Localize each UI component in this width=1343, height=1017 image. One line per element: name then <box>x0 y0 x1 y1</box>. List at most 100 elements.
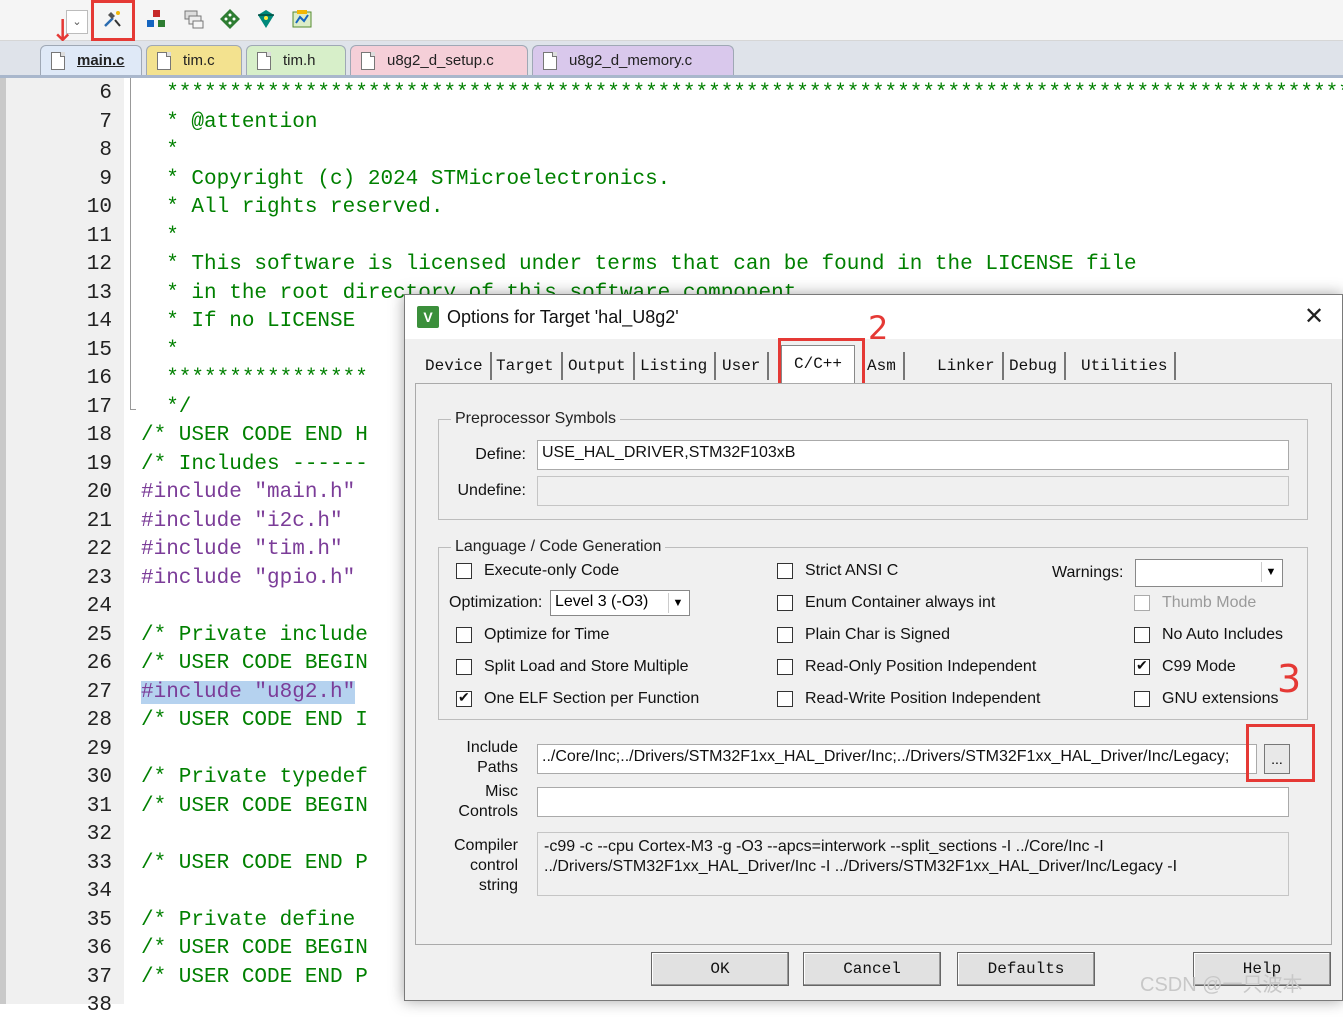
line-number: 28 <box>86 709 112 732</box>
ok-button[interactable]: OK <box>651 952 789 986</box>
pack-installer-button[interactable] <box>252 5 280 33</box>
code-line[interactable]: * If no LICENSE <box>141 310 355 333</box>
rwpi-checkbox[interactable]: Read-Write Position Independent <box>777 690 1040 708</box>
code-line[interactable]: * <box>141 225 179 248</box>
manage-project-items-button[interactable] <box>142 5 170 33</box>
tab-u8g2-d-setup-c[interactable]: u8g2_d_setup.c <box>350 45 528 75</box>
tab-asm[interactable]: Asm <box>861 352 905 380</box>
line-number: 17 <box>86 395 112 419</box>
checkbox-box-checked <box>1134 657 1150 675</box>
plain-char-checkbox[interactable]: Plain Char is Signed <box>777 626 950 644</box>
code-line[interactable]: /* Includes ------ <box>141 453 368 476</box>
tab-tim-c[interactable]: tim.c <box>146 45 242 75</box>
code-line[interactable]: /* Private include <box>141 624 368 647</box>
code-line[interactable]: ****************************************… <box>141 82 1343 105</box>
tab-listing[interactable]: Listing <box>634 352 717 380</box>
undefine-field[interactable] <box>537 476 1289 506</box>
include-paths-field[interactable]: ../Core/Inc;../Drivers/STM32F1xx_HAL_Dri… <box>537 744 1257 774</box>
compiler-control-string-field[interactable]: -c99 -c --cpu Cortex-M3 -g -O3 --apcs=in… <box>537 832 1289 896</box>
tab-main-c[interactable]: main.c <box>40 45 142 75</box>
line-number: 33 <box>86 851 112 875</box>
tab-debug[interactable]: Debug <box>1003 352 1067 380</box>
tab-user[interactable]: User <box>716 352 770 380</box>
code-line[interactable]: */ <box>141 396 191 419</box>
tab-u8g2-d-memory-c[interactable]: u8g2_d_memory.c <box>532 45 734 75</box>
line-number: 36 <box>86 937 112 960</box>
editor-tabbar: main.c tim.c tim.h u8g2_d_setup.c u8g2_d… <box>0 41 1343 78</box>
tab-label: main.c <box>77 52 125 69</box>
code-line[interactable]: /* Private define <box>141 909 368 932</box>
line-number: 27 <box>86 680 112 704</box>
select-packs-button[interactable] <box>180 5 208 33</box>
close-icon[interactable]: ✕ <box>1300 303 1328 331</box>
code-line[interactable]: /* USER CODE BEGIN <box>141 937 368 960</box>
code-line[interactable]: #include "u8g2.h" <box>141 680 356 704</box>
no-auto-includes-checkbox[interactable]: No Auto Includes <box>1134 626 1283 644</box>
code-line[interactable]: * @attention <box>141 111 317 134</box>
enum-container-checkbox[interactable]: Enum Container always int <box>777 594 995 612</box>
optimize-time-checkbox[interactable]: Optimize for Time <box>456 626 609 644</box>
string-literal: "i2c.h" <box>254 509 343 533</box>
tab-linker[interactable]: Linker <box>931 352 1004 380</box>
code-line[interactable]: #include "main.h" <box>141 481 355 504</box>
checkbox-label: One ELF Section per Function <box>484 690 700 707</box>
defaults-button[interactable]: Defaults <box>957 952 1095 986</box>
configure-button[interactable] <box>288 5 316 33</box>
code-line[interactable]: * <box>141 339 179 362</box>
annotation-step-2: 2 <box>868 309 889 347</box>
strict-ansi-checkbox[interactable]: Strict ANSI C <box>777 562 898 580</box>
code-line[interactable]: * Copyright (c) 2024 STMicroelectronics. <box>141 168 670 191</box>
optimization-select[interactable]: Level 3 (-O3) ▼ <box>550 590 690 616</box>
preprocessor-directive: #include <box>141 481 255 504</box>
file-icon <box>157 51 171 70</box>
define-field[interactable]: USE_HAL_DRIVER,STM32F103xB <box>537 440 1289 470</box>
checkbox-box <box>1134 627 1150 643</box>
label-line: Controls <box>458 803 518 820</box>
label-line: Paths <box>477 759 518 776</box>
compiler-control-string-label: Compiler control string <box>446 836 518 896</box>
code-line[interactable]: /* USER CODE END H <box>141 424 368 447</box>
checkbox-label: GNU extensions <box>1162 690 1279 707</box>
one-elf-checkbox[interactable]: One ELF Section per Function <box>456 689 700 708</box>
misc-controls-field[interactable] <box>537 787 1289 817</box>
highlight-cpp-tab <box>778 338 865 389</box>
tab-device[interactable]: Device <box>419 352 492 380</box>
code-line[interactable]: /* USER CODE END P <box>141 966 368 989</box>
code-line[interactable]: /* USER CODE END I <box>141 709 368 732</box>
line-number: 24 <box>86 595 112 618</box>
cancel-button[interactable]: Cancel <box>803 952 941 986</box>
configure-icon <box>292 10 312 28</box>
tab-utilities[interactable]: Utilities <box>1075 352 1177 380</box>
ropi-checkbox[interactable]: Read-Only Position Independent <box>777 658 1036 676</box>
manage-run-time-environment-button[interactable] <box>216 5 244 33</box>
line-number: 18 <box>86 424 112 447</box>
chevron-down-icon: ▼ <box>668 593 687 613</box>
code-line[interactable]: /* USER CODE BEGIN <box>141 795 368 818</box>
code-line[interactable]: /* USER CODE BEGIN <box>141 652 368 675</box>
c99-mode-checkbox[interactable]: C99 Mode <box>1134 657 1236 676</box>
checkbox-label: Optimize for Time <box>484 626 610 643</box>
tab-output[interactable]: Output <box>562 352 635 380</box>
annotation-step-3: 3 <box>1277 657 1302 701</box>
code-line[interactable]: #include "i2c.h" <box>141 510 343 533</box>
tab-target[interactable]: Target <box>490 352 563 380</box>
checkbox-box <box>456 659 472 675</box>
tab-tim-h[interactable]: tim.h <box>246 45 346 75</box>
code-line[interactable]: * <box>141 139 179 162</box>
code-line[interactable]: #include "tim.h" <box>141 538 343 561</box>
code-line[interactable]: #include "gpio.h" <box>141 567 355 590</box>
code-line[interactable]: * This software is licensed under terms … <box>141 253 1136 276</box>
execute-only-checkbox[interactable]: Execute-only Code <box>456 562 619 580</box>
gnu-extensions-checkbox[interactable]: GNU extensions <box>1134 690 1279 708</box>
preprocessor-directive: #include <box>141 680 255 704</box>
code-line[interactable]: **************** <box>141 367 368 390</box>
split-load-checkbox[interactable]: Split Load and Store Multiple <box>456 658 689 676</box>
checkbox-label: Split Load and Store Multiple <box>484 658 689 675</box>
code-line[interactable]: /* USER CODE END P <box>141 852 368 875</box>
warnings-select[interactable]: ▼ <box>1135 559 1283 587</box>
define-label: Define: <box>475 446 526 463</box>
file-icon <box>51 51 65 70</box>
code-line[interactable]: * All rights reserved. <box>141 196 443 219</box>
checkbox-box <box>1134 691 1150 707</box>
code-line[interactable]: /* Private typedef <box>141 766 368 789</box>
